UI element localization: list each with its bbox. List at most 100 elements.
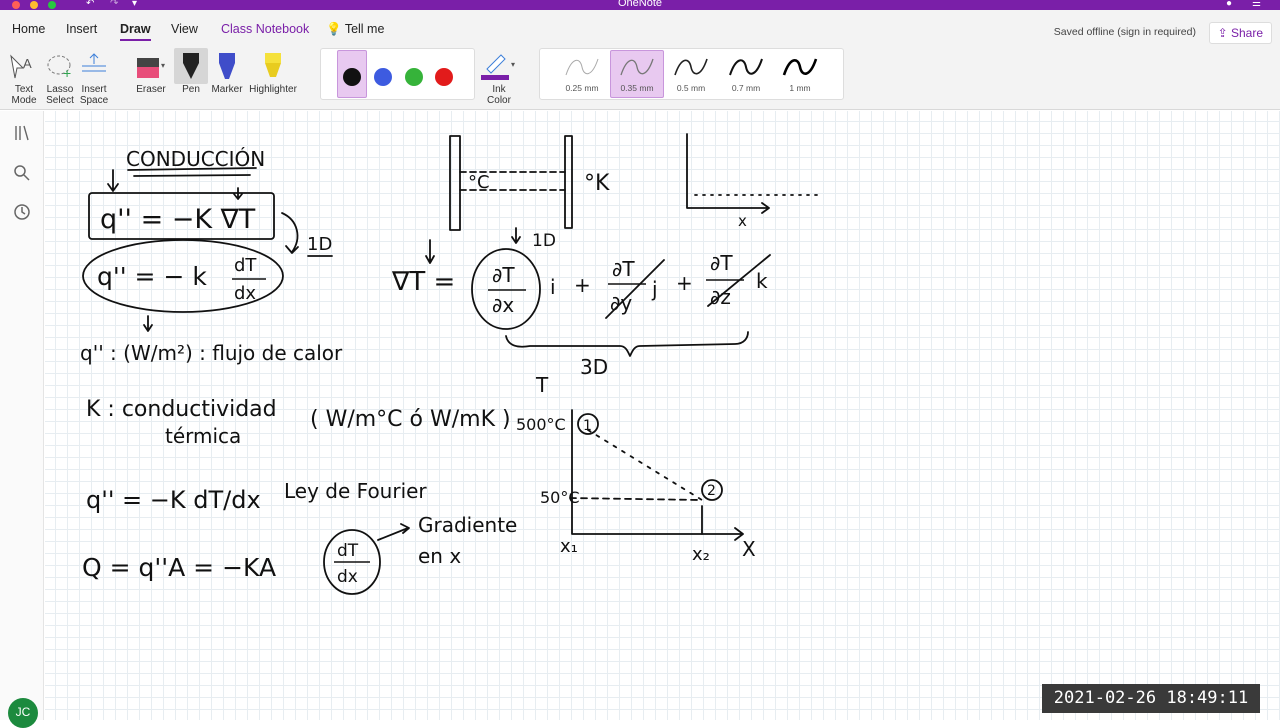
conductivity-units: ( W/m°C ó W/mK ): [310, 407, 511, 432]
dz-term: ∂z: [710, 285, 731, 309]
marker-label: Marker: [211, 84, 243, 95]
gradient-note-2: en x: [418, 544, 461, 568]
width-0.25mm[interactable]: 0.25 mm: [555, 49, 609, 99]
x1-label: x₁: [560, 536, 578, 557]
color-red[interactable]: [435, 68, 453, 86]
eq-flux-1d: q'' = − k: [97, 262, 207, 291]
point-2: 2: [707, 483, 716, 499]
bell-icon[interactable]: ●: [1226, 0, 1232, 9]
tab-class-notebook[interactable]: Class Notebook: [221, 22, 309, 36]
color-black[interactable]: [343, 68, 361, 86]
insert-space-button[interactable]: Insert Space: [76, 48, 112, 106]
stroke-medium-icon: [674, 58, 708, 76]
pen-button[interactable]: Pen: [174, 48, 208, 95]
marker-icon: [219, 53, 235, 79]
color-green[interactable]: [405, 68, 423, 86]
navigation-sidebar: [0, 111, 44, 720]
dx-term: ∂x: [492, 293, 514, 317]
axis-T: T: [535, 373, 549, 397]
point-1: 1: [583, 418, 592, 434]
dT-term-x: ∂T: [492, 263, 515, 287]
width-label: 1 mm: [789, 83, 811, 93]
fourier-equation: q'' = −K dT/dx: [86, 486, 261, 514]
conductivity-label: K : conductividad: [86, 397, 277, 422]
highlighter-label: Highlighter: [249, 84, 297, 95]
recent-clock-icon[interactable]: [12, 202, 32, 222]
highlighter-icon: [265, 53, 281, 77]
temp-T1: 500°C: [516, 415, 566, 434]
share-icon: ⇪: [1217, 26, 1228, 40]
gradient-lhs: ∇T =: [391, 267, 455, 297]
search-icon[interactable]: [12, 163, 32, 183]
tab-insert[interactable]: Insert: [66, 22, 97, 36]
saved-status: Saved offline (sign in required): [1053, 26, 1196, 38]
ink-color-button[interactable]: ▾ Ink Color: [478, 48, 520, 106]
settings-icon[interactable]: ☰: [1252, 0, 1261, 9]
small-axis-x: x: [738, 212, 747, 230]
insert-space-icon: [82, 53, 106, 72]
eraser-label: Eraser: [136, 84, 166, 95]
handwritten-notes: CONDUCCIÓN q'' = −K ∇T 1D q'' = − k dT d…: [80, 133, 821, 595]
highlighter-button[interactable]: Highlighter: [246, 48, 300, 95]
draw-ribbon: A Text Mode + Lasso Select Insert Space …: [0, 48, 1280, 110]
width-0.5mm[interactable]: 0.5 mm: [664, 49, 718, 99]
unit-i: i: [550, 275, 556, 299]
share-button[interactable]: ⇪ Share: [1208, 22, 1272, 44]
width-label: 0.35 mm: [620, 83, 654, 93]
eq-flux-1d-num: dT: [234, 255, 257, 276]
tab-view[interactable]: View: [171, 22, 198, 36]
ink-color-icon: ▾: [481, 54, 515, 80]
temp-T2: 50°C: [540, 488, 580, 507]
conductivity-label-2: térmica: [165, 424, 241, 448]
plus-1: +: [574, 273, 591, 297]
lasso-select-button[interactable]: + Lasso Select: [42, 48, 78, 106]
width-0.35mm[interactable]: 0.35 mm: [610, 49, 664, 99]
avatar[interactable]: JC: [8, 698, 38, 728]
eraser-button[interactable]: ▾ Eraser: [130, 48, 172, 95]
width-1mm[interactable]: 1 mm: [773, 49, 827, 99]
text-mode-icon: A: [10, 54, 32, 79]
tab-draw[interactable]: Draw: [120, 22, 151, 41]
heat-rate-den: dx: [337, 567, 358, 587]
x2-label: x₂: [692, 544, 710, 565]
eq-flux-vector: q'' = −K ∇T: [100, 204, 256, 235]
svg-text:▾: ▾: [161, 61, 165, 70]
lasso-select-label: Lasso Select: [46, 84, 74, 106]
tell-me-label: Tell me: [344, 22, 385, 36]
label-1d-gradient: 1D: [532, 231, 556, 251]
ink-color-label: Ink Color: [487, 84, 511, 106]
note-canvas[interactable]: CONDUCCIÓN q'' = −K ∇T 1D q'' = − k dT d…: [45, 111, 1280, 720]
label-3d: 3D: [580, 355, 608, 379]
label-1d: 1D: [307, 234, 332, 255]
pen-color-group: [320, 48, 475, 100]
pen-icon: [183, 53, 199, 79]
app-title: OneNote: [617, 0, 663, 9]
insert-space-label: Insert Space: [79, 84, 109, 106]
unit-j: j: [651, 277, 658, 301]
width-label: 0.7 mm: [731, 83, 761, 93]
tell-me-search[interactable]: 💡 Tell me: [326, 22, 384, 37]
stroke-thickest-icon: [782, 58, 818, 76]
color-blue[interactable]: [374, 68, 392, 86]
tab-home[interactable]: Home: [12, 22, 45, 36]
axis-X: X: [742, 537, 756, 561]
slab-right-unit: °K: [584, 171, 610, 196]
notebooks-icon[interactable]: [12, 123, 32, 143]
flux-definition: q'' : (W/m²) : flujo de calor: [80, 341, 343, 365]
text-mode-label: Text Mode: [11, 84, 37, 106]
unit-k: k: [756, 269, 768, 293]
width-label: 0.5 mm: [676, 83, 706, 93]
text-mode-button[interactable]: A Text Mode: [6, 48, 42, 106]
dT-term-z: ∂T: [710, 251, 733, 275]
note-title: CONDUCCIÓN: [126, 147, 265, 171]
svg-text:A: A: [23, 56, 32, 71]
svg-text:+: +: [63, 65, 71, 80]
ribbon-tabs: Home Insert Draw View Class Notebook 💡 T…: [0, 10, 1280, 48]
plus-2: +: [676, 271, 693, 295]
title-bar: ↶ ↷ ▾ OneNote ● ☰: [0, 0, 1280, 10]
eraser-icon: ▾: [137, 58, 165, 78]
pen-width-group: 0.25 mm 0.35 mm 0.5 mm 0.7 mm 1 mm: [539, 48, 844, 100]
recording-timestamp: 2021-02-26 18:49:11: [1042, 684, 1260, 713]
marker-button[interactable]: Marker: [210, 48, 244, 95]
width-0.7mm[interactable]: 0.7 mm: [719, 49, 773, 99]
